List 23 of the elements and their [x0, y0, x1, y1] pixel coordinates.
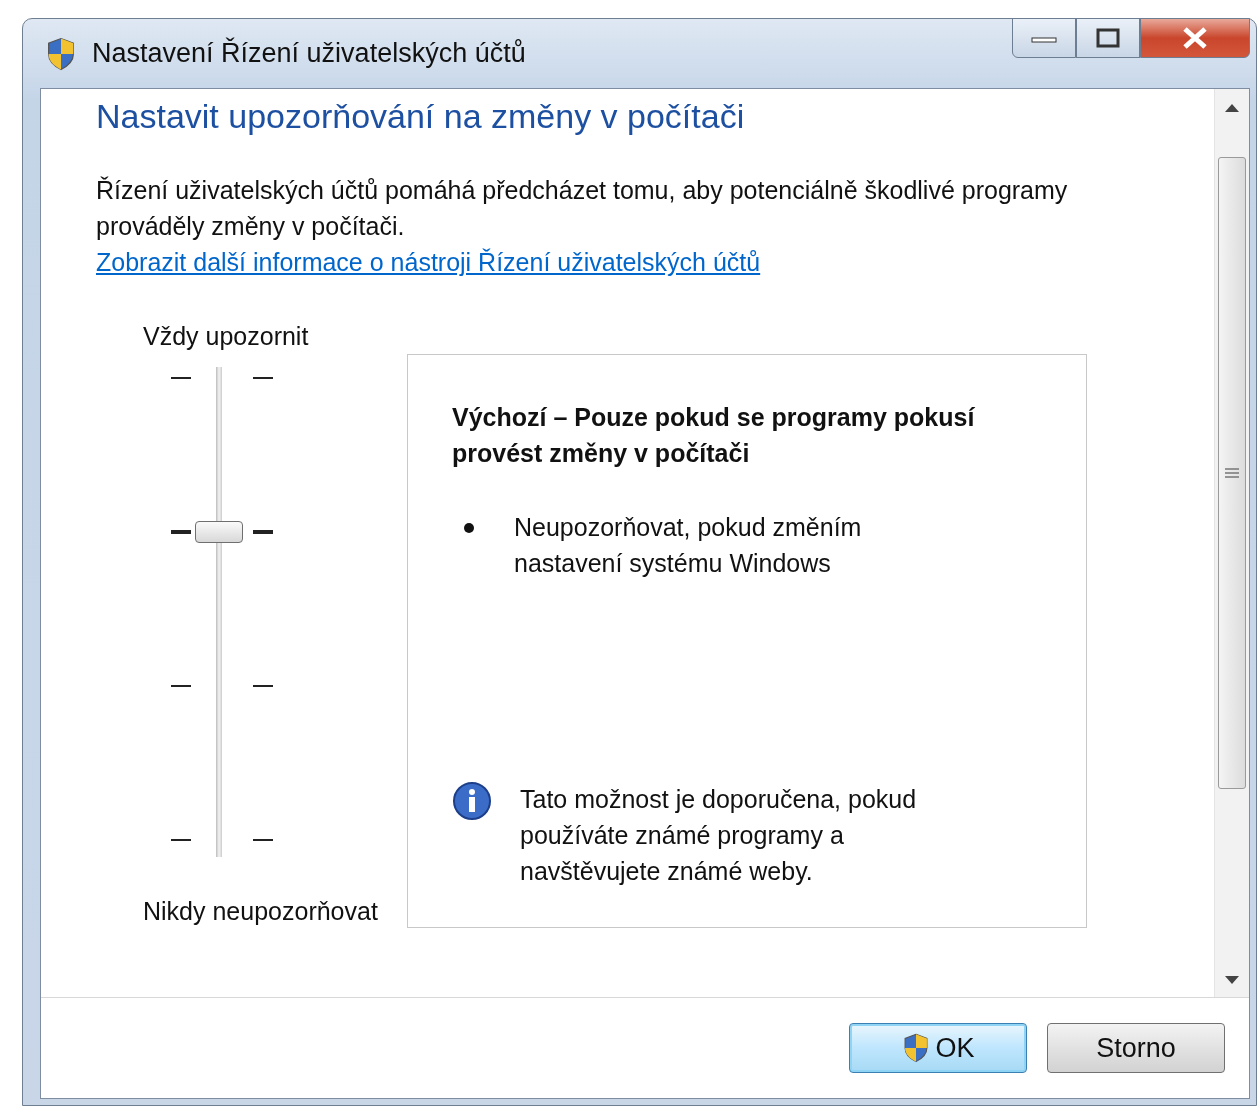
- setting-title: Výchozí – Pouze pokud se programy pokusí provést změny v počítači: [452, 402, 976, 469]
- info-text: Tato možnost je doporučena, pokud používáte známé programy a navštěvujete známé weby.: [520, 784, 918, 887]
- maximize-icon: [1096, 28, 1120, 48]
- cancel-button[interactable]: Storno: [1047, 1023, 1225, 1073]
- slider-thumb[interactable]: [195, 520, 243, 543]
- scroll-up-icon[interactable]: [1224, 103, 1240, 113]
- slider-top-label: Vždy upozornit: [143, 322, 310, 351]
- more-info-link[interactable]: Zobrazit další informace o nástroji Řízení uživatelských účtů: [96, 248, 761, 276]
- bullet-text: Neupozorňovat, pokud změním nastavení systému Windows: [514, 512, 863, 579]
- ok-button[interactable]: OK: [849, 1023, 1027, 1073]
- close-icon: [1182, 27, 1208, 49]
- close-button[interactable]: [1140, 18, 1250, 58]
- info-icon: [452, 781, 492, 821]
- scroll-down-icon[interactable]: [1224, 975, 1240, 985]
- maximize-button[interactable]: [1076, 18, 1140, 58]
- bullet-icon: [464, 523, 474, 533]
- page-heading: Nastavit upozorňování na změny v počítači: [96, 97, 746, 136]
- scrollbar[interactable]: [1214, 89, 1249, 997]
- minimize-button[interactable]: [1012, 18, 1076, 58]
- description-text: Řízení uživatelských účtů pomáhá předcházet tomu, aby potenciálně škodlivé programy prováděly změny v počítači.: [96, 175, 1069, 242]
- window-title: Nastavení Řízení uživatelských účtů: [92, 38, 527, 69]
- slider-bottom-label: Nikdy neupozorňovat: [143, 897, 379, 926]
- scrollbar-thumb[interactable]: [1218, 157, 1246, 789]
